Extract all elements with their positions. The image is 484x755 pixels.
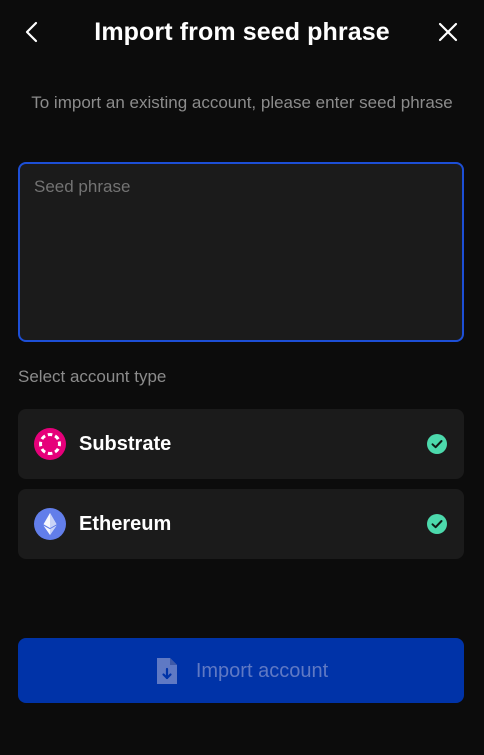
close-icon — [438, 22, 458, 42]
account-option-label: Ethereum — [79, 513, 172, 535]
import-account-button[interactable]: Import account — [18, 638, 464, 703]
seed-phrase-input[interactable] — [20, 164, 462, 340]
chevron-left-icon — [25, 21, 38, 43]
back-button[interactable] — [14, 14, 50, 50]
polkadot-icon — [34, 428, 66, 460]
import-account-label: Import account — [195, 659, 329, 682]
page-title: Import from seed phrase — [94, 18, 390, 46]
account-type-label: Select account type — [18, 367, 167, 386]
file-import-icon — [156, 657, 177, 684]
account-option-ethereum[interactable]: Ethereum — [18, 489, 464, 559]
check-circle-icon — [427, 434, 447, 454]
ethereum-icon — [34, 508, 66, 540]
instructions-text: To import an existing account, please en… — [31, 93, 453, 112]
header: Import from seed phrase — [0, 0, 484, 64]
seed-phrase-field[interactable] — [18, 162, 464, 342]
close-button[interactable] — [430, 14, 466, 50]
account-option-label: Substrate — [79, 433, 172, 455]
check-circle-icon — [427, 514, 447, 534]
account-option-substrate[interactable]: Substrate — [18, 409, 464, 479]
